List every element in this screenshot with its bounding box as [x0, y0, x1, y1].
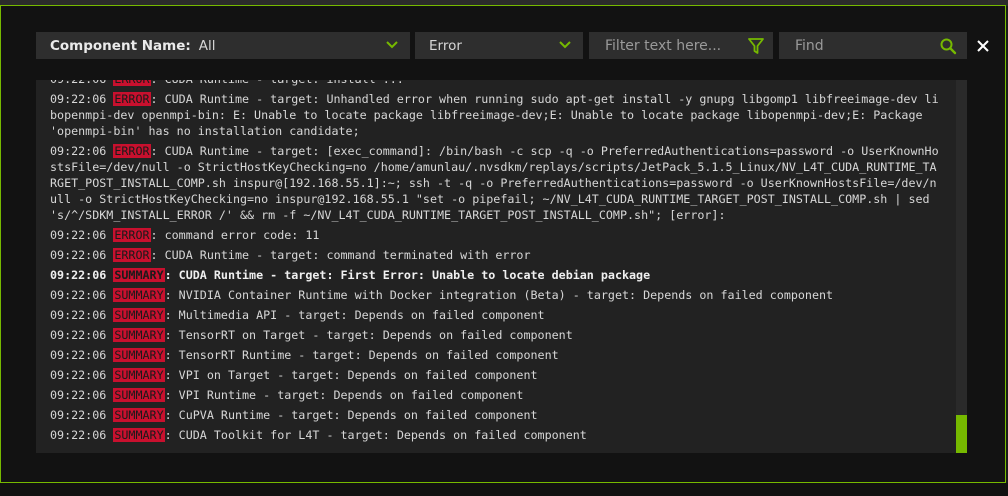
component-name-value: All — [198, 37, 216, 54]
log-output-panel[interactable]: 09:22:06 ERROR: CUDA Runtime - target: i… — [36, 80, 967, 453]
component-name-label: Component Name: — [50, 37, 191, 54]
log-entry: 09:22:06 SUMMARY: TensorRT Runtime - tar… — [50, 347, 942, 363]
log-message: : CuPVA Runtime - target: Depends on fai… — [164, 408, 538, 422]
log-message: : Multimedia API - target: Depends on fa… — [164, 308, 545, 322]
log-message: : CUDA Runtime - target: install ... — [151, 80, 404, 86]
chevron-down-icon — [386, 41, 398, 49]
log-entry: 09:22:06 SUMMARY: NVIDIA Container Runti… — [50, 287, 942, 303]
log-message: : VPI Runtime - target: Depends on faile… — [164, 388, 524, 402]
log-message: : CUDA Toolkit for L4T - target: Depends… — [164, 428, 587, 442]
log-timestamp: 09:22:06 — [50, 388, 107, 402]
log-entries: 09:22:06 ERROR: CUDA Runtime - target: i… — [50, 80, 942, 447]
log-message: : command error code: 11 — [150, 228, 320, 242]
log-entry: 09:22:06 ERROR: CUDA Runtime - target: U… — [50, 91, 942, 139]
log-message: : TensorRT Runtime - target: Depends on … — [164, 348, 559, 362]
log-timestamp: 09:22:06 — [50, 428, 107, 442]
log-entry: 09:22:06 SUMMARY: CuPVA Runtime - target… — [50, 407, 942, 423]
log-timestamp: 09:22:06 — [50, 248, 107, 262]
log-timestamp: 09:22:06 — [50, 348, 107, 362]
log-message: : NVIDIA Container Runtime with Docker i… — [164, 288, 834, 302]
log-timestamp: 09:22:06 — [50, 80, 106, 86]
log-entry: 09:22:06 SUMMARY: CUDA Runtime - target:… — [50, 267, 942, 283]
log-timestamp: 09:22:06 — [50, 308, 107, 322]
scrollbar-thumb[interactable] — [956, 415, 967, 453]
log-level-value: Error — [429, 37, 462, 54]
log-entry: 09:22:06 SUMMARY: VPI Runtime - target: … — [50, 387, 942, 403]
log-timestamp: 09:22:06 — [50, 268, 107, 282]
log-entry: 09:22:06 ERROR: command error code: 11 — [50, 227, 942, 243]
error-tag: ERROR — [113, 92, 151, 106]
log-timestamp: 09:22:06 — [50, 328, 107, 342]
log-entry: 09:22:06 SUMMARY: TensorRT on Target - t… — [50, 327, 942, 343]
close-icon[interactable] — [973, 36, 993, 56]
summary-tag: SUMMARY — [113, 428, 165, 442]
error-tag: ERROR — [113, 248, 151, 262]
chevron-down-icon — [559, 41, 571, 49]
log-message: : CUDA Runtime - target: First Error: Un… — [164, 268, 651, 282]
summary-tag: SUMMARY — [113, 288, 165, 302]
find-input[interactable]: Find — [779, 32, 967, 59]
summary-tag: SUMMARY — [113, 348, 165, 362]
log-timestamp: 09:22:06 — [50, 92, 107, 106]
find-placeholder: Find — [795, 37, 824, 54]
log-message: : CUDA Runtime - target: Unhandled error… — [50, 92, 939, 138]
summary-tag: SUMMARY — [113, 308, 165, 322]
backdrop-bottom — [0, 483, 1008, 496]
summary-tag: SUMMARY — [113, 388, 165, 402]
log-entry: 09:22:06 ERROR: CUDA Runtime - target: c… — [50, 247, 942, 263]
component-name-select[interactable]: Component Name: All — [36, 32, 410, 59]
summary-tag: SUMMARY — [113, 328, 165, 342]
log-message: : VPI on Target - target: Depends on fai… — [164, 368, 538, 382]
filter-text-input[interactable]: Filter text here... — [589, 32, 773, 59]
log-message: : CUDA Runtime - target: [exec_command]:… — [50, 144, 939, 222]
log-level-select[interactable]: Error — [415, 32, 583, 59]
error-tag: ERROR — [113, 80, 151, 86]
log-message: : TensorRT on Target - target: Depends o… — [164, 328, 573, 342]
log-entry: 09:22:06 SUMMARY: Multimedia API - targe… — [50, 307, 942, 323]
search-icon[interactable] — [939, 37, 957, 55]
log-entry: 09:22:06 ERROR: CUDA Runtime - target: i… — [50, 80, 942, 87]
log-timestamp: 09:22:06 — [50, 228, 107, 242]
filter-placeholder: Filter text here... — [605, 37, 722, 54]
error-tag: ERROR — [113, 228, 151, 242]
log-entry: 09:22:06 ERROR: CUDA Runtime - target: [… — [50, 143, 942, 223]
log-message: : CUDA Runtime - target: command termina… — [150, 248, 531, 262]
log-timestamp: 09:22:06 — [50, 144, 107, 158]
log-timestamp: 09:22:06 — [50, 368, 107, 382]
summary-tag: SUMMARY — [113, 368, 165, 382]
summary-tag: SUMMARY — [113, 268, 165, 282]
log-scrollbar[interactable] — [956, 80, 967, 453]
filter-icon[interactable] — [747, 37, 765, 55]
log-entry: 09:22:06 SUMMARY: CUDA Toolkit for L4T -… — [50, 427, 942, 443]
error-tag: ERROR — [113, 144, 151, 158]
log-timestamp: 09:22:06 — [50, 288, 107, 302]
summary-tag: SUMMARY — [113, 408, 165, 422]
log-entry: 09:22:06 SUMMARY: VPI on Target - target… — [50, 367, 942, 383]
log-timestamp: 09:22:06 — [50, 408, 107, 422]
